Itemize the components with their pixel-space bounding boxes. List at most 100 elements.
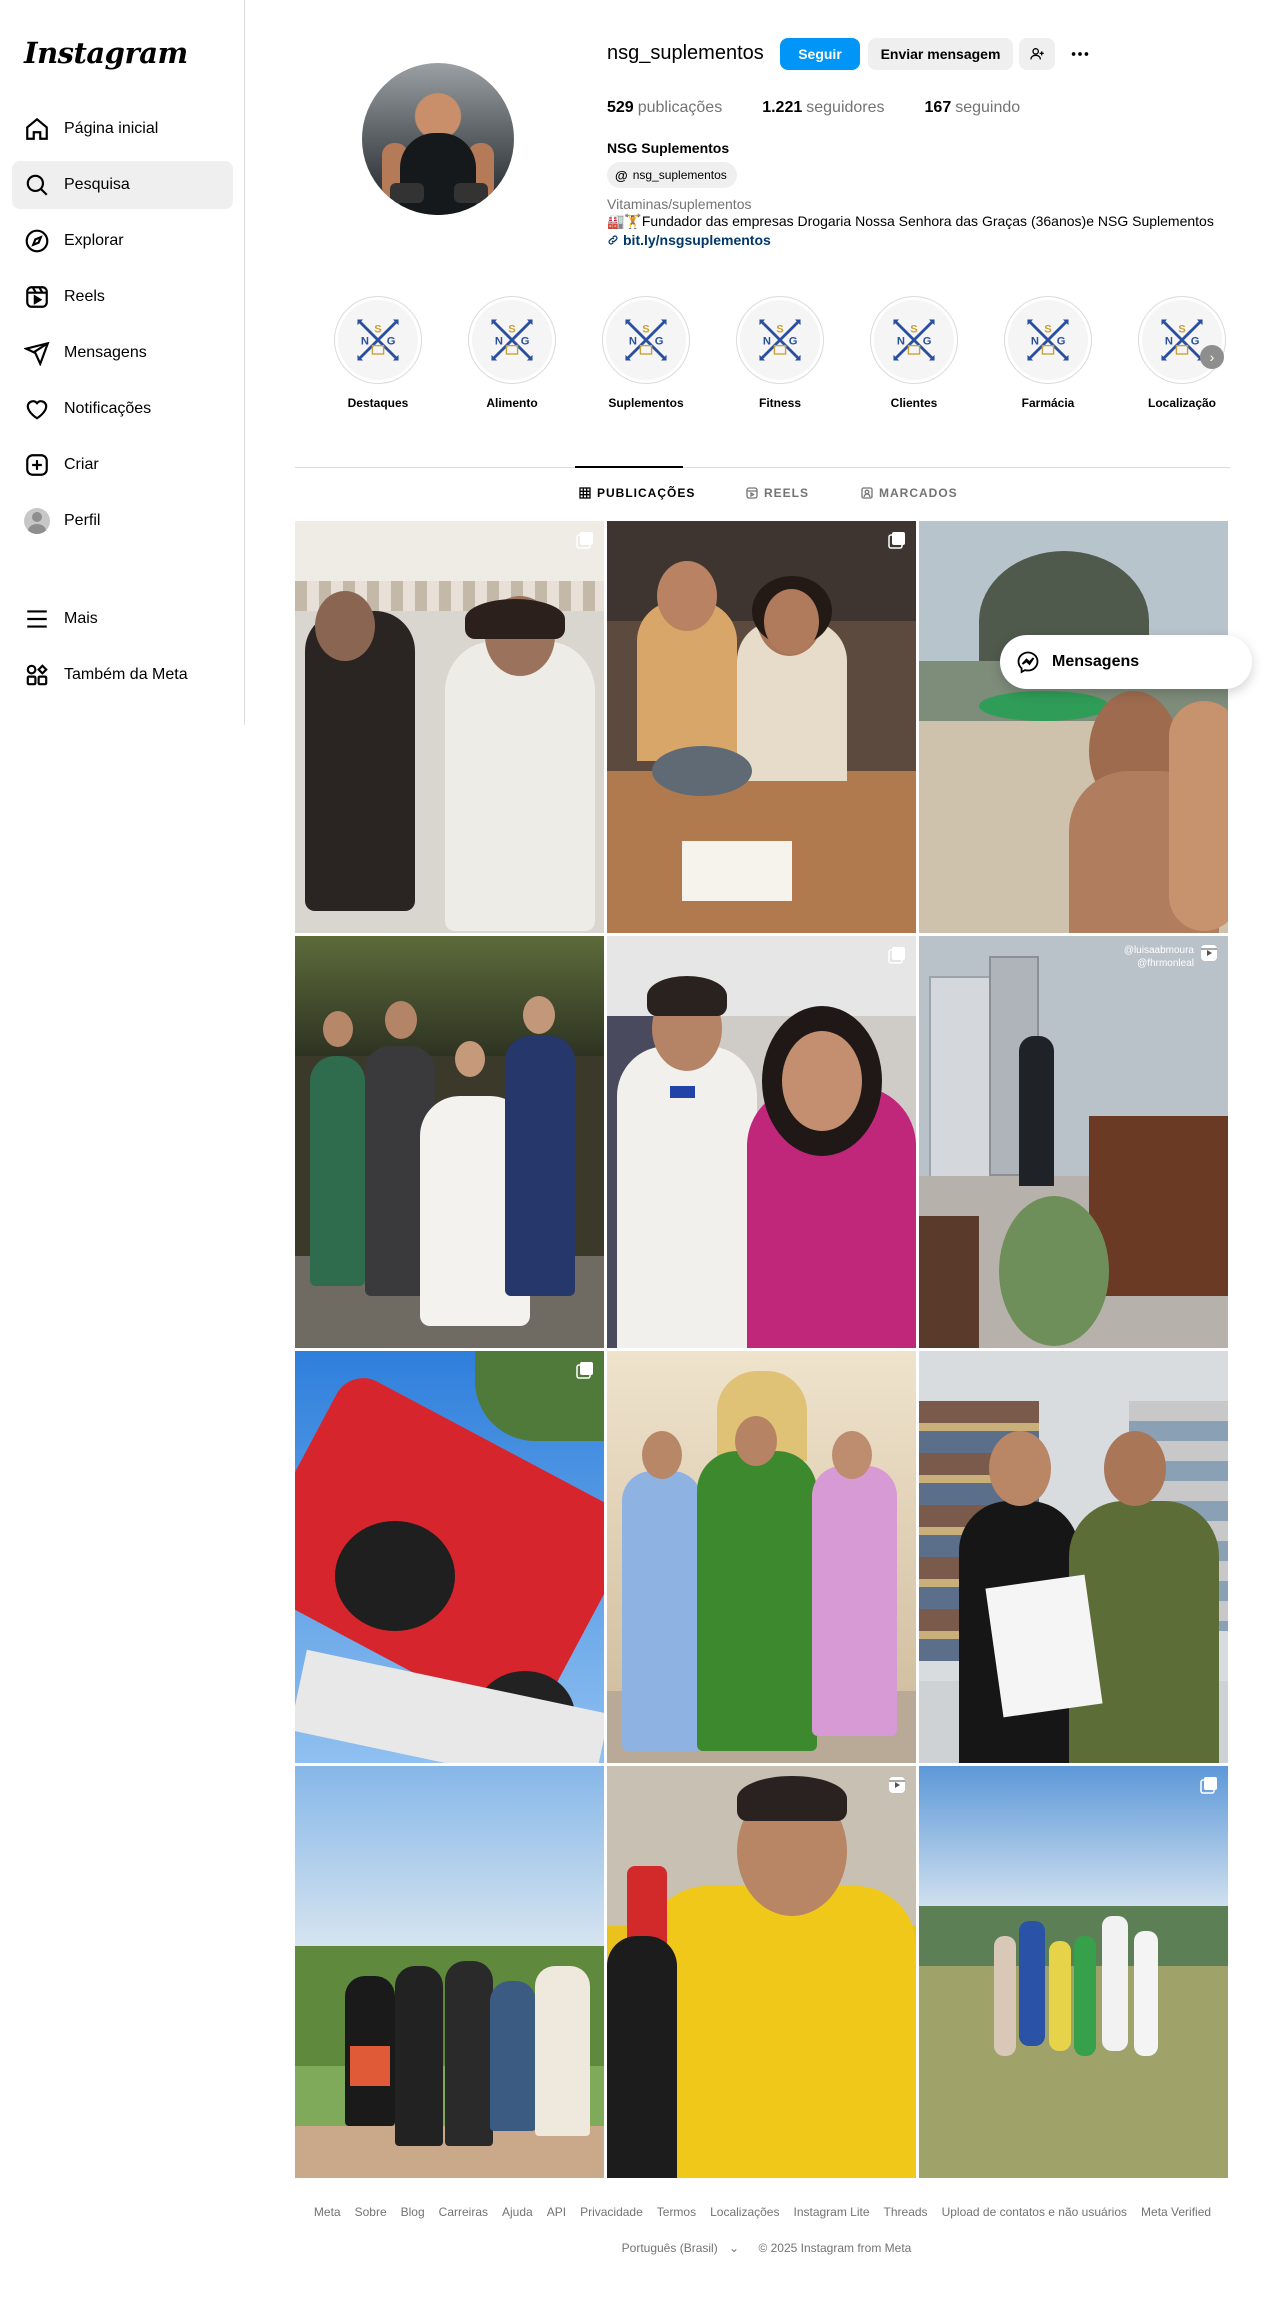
post-tile[interactable]: [607, 1351, 916, 1763]
highlight-item[interactable]: S N G Farmácia: [995, 296, 1101, 410]
sidebar-item-more[interactable]: Mais: [12, 595, 233, 643]
highlight-ring: SN G: [602, 296, 690, 384]
messages-icon: [24, 341, 50, 366]
post-tile[interactable]: [919, 1766, 1228, 2178]
search-icon: [26, 174, 48, 196]
profile-category: Vitaminas/suplementos: [607, 196, 752, 212]
sidebar-item-explore[interactable]: Explorar: [12, 217, 233, 265]
sidebar-item-search[interactable]: Pesquisa: [12, 161, 233, 209]
highlight-item[interactable]: S N G Alimento: [459, 296, 565, 410]
post-tile[interactable]: [295, 521, 604, 933]
tab-tagged[interactable]: MARCADOS: [861, 486, 958, 500]
post-tile[interactable]: [295, 1351, 604, 1763]
carousel-icon: [888, 946, 906, 964]
sidebar-item-create[interactable]: Criar: [12, 441, 233, 489]
footer-link[interactable]: Meta: [314, 2205, 341, 2219]
footer-link[interactable]: Blog: [401, 2205, 425, 2219]
plus-icon: [26, 454, 48, 476]
sidebar-item-home[interactable]: Página inicial: [12, 105, 233, 153]
highlight-label: Suplementos: [608, 396, 684, 410]
sidebar-item-label: Também da Meta: [64, 666, 188, 683]
profile-full-name: NSG Suplementos: [607, 140, 730, 156]
footer-link[interactable]: Localizações: [710, 2205, 779, 2219]
post-tile[interactable]: [295, 1766, 604, 2178]
highlight-ring: SN G: [736, 296, 824, 384]
footer-link[interactable]: Threads: [884, 2205, 928, 2219]
carousel-icon: [576, 1361, 594, 1379]
sidebar-item-label: Explorar: [64, 232, 124, 249]
footer-link[interactable]: Termos: [657, 2205, 696, 2219]
highlight-item[interactable]: S N G Suplementos: [593, 296, 699, 410]
post-tile[interactable]: [607, 1766, 916, 2178]
svg-text:G: G: [655, 336, 664, 348]
post-tile[interactable]: @luisaabmoura @fhrmonleal: [919, 936, 1228, 1348]
home-icon: [26, 117, 48, 140]
svg-text:G: G: [1057, 336, 1066, 348]
highlight-item[interactable]: S N G Destaques: [325, 296, 431, 410]
threads-badge[interactable]: @ nsg_suplementos: [607, 162, 737, 188]
footer-link[interactable]: Privacidade: [580, 2205, 643, 2219]
footer-links: Meta Sobre Blog Carreiras Ajuda API Privacidad…: [295, 2205, 1230, 2219]
highlight-item[interactable]: S N G Fitness: [727, 296, 833, 410]
nsg-logo-icon: SN G: [472, 300, 552, 380]
profile-picture[interactable]: [362, 63, 514, 215]
instagram-logo[interactable]: Instagram: [24, 36, 188, 70]
footer-link[interactable]: API: [547, 2205, 566, 2219]
footer-link[interactable]: Ajuda: [502, 2205, 533, 2219]
tab-posts[interactable]: PUBLICAÇÕES: [579, 486, 695, 500]
svg-text:S: S: [642, 324, 650, 336]
suggested-users-button[interactable]: [1019, 38, 1055, 70]
messages-floating-button[interactable]: Mensagens: [1000, 635, 1252, 689]
post-tile[interactable]: [607, 936, 916, 1348]
highlight-item[interactable]: S N G Clientes: [861, 296, 967, 410]
carousel-icon: [888, 531, 906, 549]
sidebar-item-label: Mensagens: [64, 344, 147, 361]
footer-link[interactable]: Instagram Lite: [793, 2205, 869, 2219]
nsg-logo-icon: SN G: [606, 300, 686, 380]
followers-count[interactable]: 1.221 seguidores: [762, 99, 884, 117]
sidebar-item-label: Notificações: [64, 400, 152, 417]
footer-link[interactable]: Upload de contatos e não usuários: [942, 2205, 1127, 2219]
post-tile[interactable]: [607, 521, 916, 933]
highlight-ring: SN G: [1004, 296, 1092, 384]
meta-apps-icon: [26, 664, 48, 686]
posts-count: 529 publicações: [607, 99, 723, 116]
post-tile[interactable]: [919, 1351, 1228, 1763]
footer-link[interactable]: Meta Verified: [1141, 2205, 1211, 2219]
sidebar-item-meta[interactable]: Também da Meta: [12, 651, 233, 699]
follow-button[interactable]: Seguir: [780, 38, 860, 70]
sidebar-item-label: Perfil: [64, 512, 101, 529]
highlight-ring: SN G: [1138, 296, 1226, 384]
sidebar-item-reels[interactable]: Reels: [12, 273, 233, 321]
nsg-logo-icon: SN G: [1008, 300, 1088, 380]
profile-stats: 529 publicações 1.221 seguidores 167 seguin…: [607, 99, 1060, 117]
sidebar-item-notifications[interactable]: Notificações: [12, 385, 233, 433]
post-tile[interactable]: [295, 936, 604, 1348]
nsg-logo-icon: SN G: [740, 300, 820, 380]
post-tile[interactable]: [919, 521, 1228, 933]
sidebar-item-messages[interactable]: Mensagens: [12, 329, 233, 377]
svg-text:N: N: [495, 336, 503, 348]
add-user-icon: [1030, 48, 1044, 60]
language-select[interactable]: Português (Brasil) ⌄: [614, 2241, 739, 2255]
sidebar: Instagram Página inicial Pesquisa Explor…: [0, 0, 245, 725]
profile-username: nsg_suplementos: [607, 42, 764, 64]
reel-icon: [888, 1776, 906, 1794]
more-options-button[interactable]: [1062, 38, 1098, 70]
sidebar-item-label: Criar: [64, 456, 99, 473]
sidebar-item-profile[interactable]: Perfil: [12, 497, 233, 545]
profile-link[interactable]: bit.ly/nsgsuplementos: [607, 232, 771, 248]
sidebar-item-label: Página inicial: [64, 120, 159, 137]
tab-reels[interactable]: REELS: [746, 486, 809, 500]
following-count[interactable]: 167 seguindo: [925, 99, 1021, 117]
threads-icon: @: [615, 167, 628, 183]
send-message-button[interactable]: Enviar mensagem: [868, 38, 1013, 70]
footer-link[interactable]: Carreiras: [439, 2205, 488, 2219]
reel-icon: [1200, 944, 1218, 962]
footer-bottom: Português (Brasil) ⌄ © 2025 Instagram fr…: [295, 2241, 1230, 2255]
highlights-next-button[interactable]: ›: [1200, 345, 1224, 369]
profile-bio: 🏭🏋️Fundador das empresas Drogaria Nossa …: [607, 213, 1214, 229]
threads-handle: nsg_suplementos: [632, 168, 727, 182]
nsg-logo-icon: SN G: [338, 300, 418, 380]
footer-link[interactable]: Sobre: [355, 2205, 387, 2219]
